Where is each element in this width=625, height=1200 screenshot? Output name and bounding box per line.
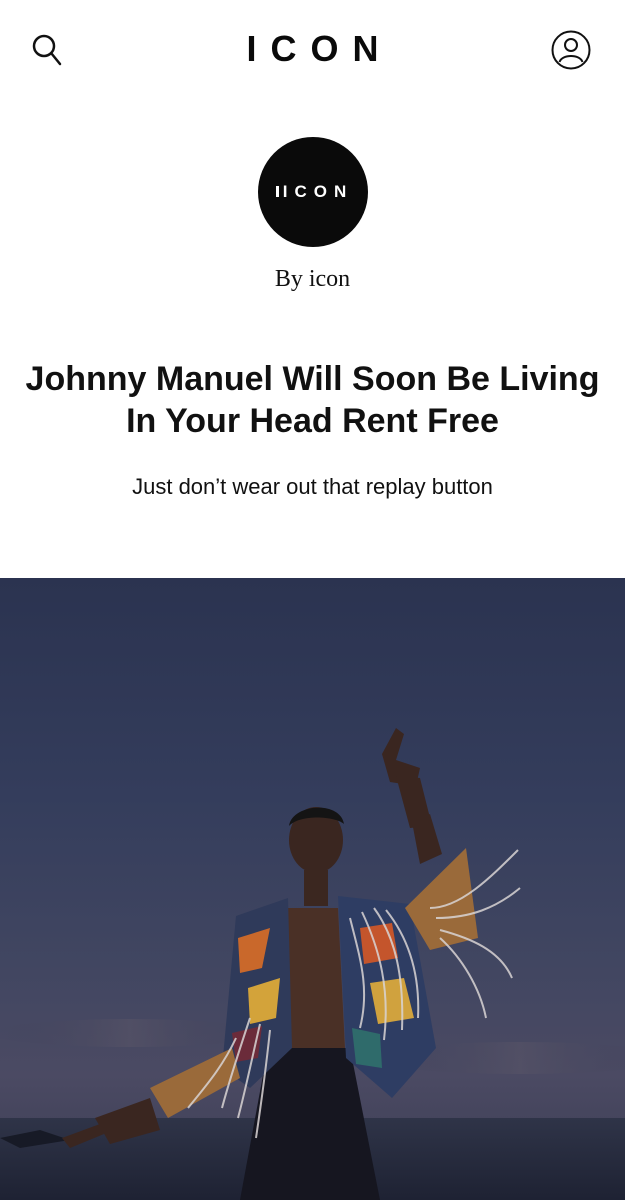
publication-logo-text: ICON (282, 182, 354, 201)
article-dek: Just don’t wear out that replay button (132, 474, 493, 499)
publication-logo[interactable]: ICON (258, 137, 368, 247)
user-circle-icon (551, 30, 591, 70)
top-bar: ICON (0, 0, 625, 100)
brand-wordmark[interactable]: ICON (0, 28, 625, 70)
article-headline: Johnny Manuel Will Soon Be Living In You… (25, 360, 600, 440)
hero-image (0, 578, 625, 1200)
account-button[interactable] (549, 28, 593, 72)
byline[interactable]: By icon (0, 266, 625, 293)
hero-photo-illustration (0, 728, 625, 1200)
